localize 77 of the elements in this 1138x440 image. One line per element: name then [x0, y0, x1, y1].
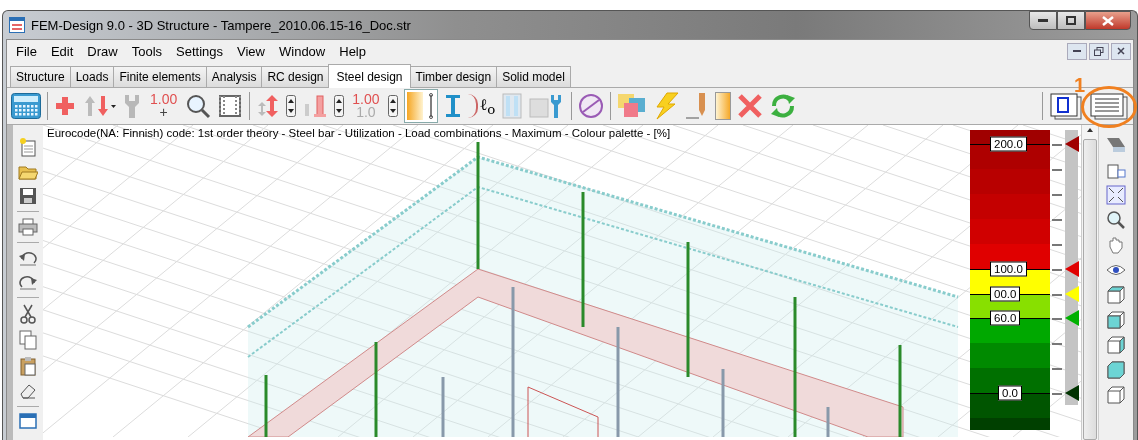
close-button[interactable]: [1111, 42, 1131, 60]
cube-icon[interactable]: [1106, 385, 1126, 405]
menu-item[interactable]: File: [9, 40, 44, 62]
spinner-icon[interactable]: [334, 95, 345, 117]
palette-label: 100.0: [990, 261, 1027, 277]
palette-label: 0.0: [998, 385, 1022, 401]
close-icon[interactable]: [1117, 47, 1125, 55]
threshold-handle[interactable]: [1065, 385, 1079, 401]
window-icon[interactable]: [19, 413, 37, 429]
palette-label: 60.0: [990, 310, 1021, 326]
menu-item[interactable]: Help: [332, 40, 373, 62]
cube-icon[interactable]: [1106, 360, 1126, 380]
menu-item[interactable]: Window: [272, 40, 333, 62]
factor-button[interactable]: 1.00 +: [148, 93, 180, 119]
arrows-icon[interactable]: [82, 94, 116, 118]
maximize-button[interactable]: [1057, 11, 1085, 30]
tab[interactable]: RC design: [261, 66, 330, 87]
menu-item[interactable]: Edit: [43, 40, 81, 62]
cube-icon[interactable]: [1106, 285, 1126, 305]
annotation-label: 1: [1073, 74, 1085, 97]
paste-icon[interactable]: [19, 356, 37, 376]
menu-item[interactable]: Tools: [124, 40, 170, 62]
redo-icon[interactable]: [18, 273, 38, 291]
new-document-icon[interactable]: [19, 137, 37, 157]
undo-icon[interactable]: [18, 249, 38, 267]
tab[interactable]: Loads: [69, 66, 115, 87]
zoom-icon[interactable]: [1106, 210, 1126, 230]
buckling-length-button[interactable]: ℓ$_{o}$: [467, 94, 496, 118]
print-icon[interactable]: [18, 218, 38, 236]
fit-view-icon[interactable]: [1106, 185, 1126, 205]
cube-icon[interactable]: [1106, 335, 1126, 355]
plus-icon[interactable]: [54, 95, 76, 117]
window-title: FEM-Design 9.0 - 3D Structure - Tampere_2010.06.15-16_Doc.str: [31, 17, 411, 33]
page-icon[interactable]: [1049, 92, 1083, 120]
menu-item[interactable]: Settings: [169, 40, 231, 62]
tab[interactable]: Finite elements: [113, 66, 207, 87]
threshold-handle[interactable]: [1065, 136, 1079, 152]
close-button[interactable]: [1085, 11, 1131, 30]
vertical-arrows-icon[interactable]: [256, 94, 281, 118]
delete-icon[interactable]: [737, 93, 764, 119]
threshold-handle[interactable]: [1065, 310, 1079, 326]
minimize-button[interactable]: [1029, 11, 1057, 30]
film-frame-icon[interactable]: [217, 93, 244, 119]
i-beam-icon[interactable]: [443, 93, 462, 119]
minimize-icon[interactable]: [1073, 49, 1081, 53]
bar-icon[interactable]: [426, 93, 435, 119]
menu-item[interactable]: Draw: [80, 40, 125, 62]
copy-icon[interactable]: [19, 330, 37, 350]
cube-icon[interactable]: [1106, 310, 1126, 330]
minimize-icon[interactable]: [1038, 18, 1048, 23]
threshold-handle[interactable]: [1065, 261, 1079, 277]
palette-label: 200.0: [990, 136, 1027, 152]
tab[interactable]: Steel design: [328, 64, 411, 88]
list-icon[interactable]: [1089, 92, 1129, 120]
pan-hand-icon[interactable]: [1106, 235, 1126, 255]
tab[interactable]: Solid model: [496, 66, 571, 87]
view-caption: Eurocode(NA: Finnish) code: 1st order theory - Steel bar - Utilization - Load combinations - Maximum - Colour palette - [%]: [47, 127, 671, 139]
search-icon[interactable]: [185, 93, 212, 119]
save-icon[interactable]: [19, 187, 37, 205]
app-icon: [9, 17, 25, 33]
maximize-icon[interactable]: [1066, 16, 1076, 25]
minimize-button[interactable]: [1067, 42, 1087, 60]
spinner-icon[interactable]: [286, 95, 297, 117]
tab[interactable]: Analysis: [205, 66, 263, 87]
calculator-icon[interactable]: [11, 93, 41, 119]
cut-icon[interactable]: [19, 304, 37, 324]
eraser-icon[interactable]: [19, 382, 37, 400]
menu-item[interactable]: View: [230, 40, 272, 62]
palette-label: 00.0: [990, 286, 1021, 302]
scrollbar-thumb[interactable]: [1083, 139, 1097, 440]
open-folder-icon[interactable]: [18, 163, 38, 181]
threshold-handle[interactable]: [1065, 286, 1079, 302]
restore-icon[interactable]: [1094, 46, 1104, 56]
restore-button[interactable]: [1089, 42, 1109, 60]
tab[interactable]: Structure: [10, 66, 71, 87]
spinner-icon[interactable]: [387, 95, 398, 117]
tab[interactable]: Timber design: [409, 66, 498, 87]
